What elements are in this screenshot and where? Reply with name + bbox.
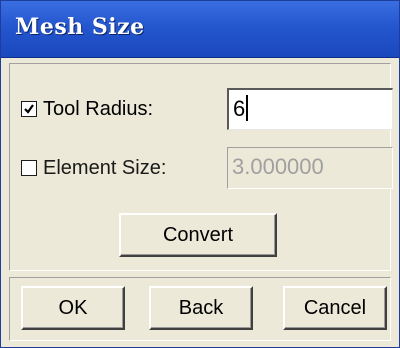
convert-button[interactable]: Convert bbox=[119, 213, 277, 257]
tool-radius-input[interactable]: 6 bbox=[227, 88, 393, 130]
mesh-size-dialog: Mesh Size Tool Radius: 6 Element Size: 3… bbox=[0, 0, 400, 348]
element-size-checkbox[interactable] bbox=[21, 160, 37, 176]
element-size-value: 3.000000 bbox=[232, 154, 324, 179]
tool-radius-label: Tool Radius: bbox=[43, 97, 154, 120]
title-bar[interactable]: Mesh Size bbox=[1, 1, 399, 58]
tool-radius-checkbox[interactable] bbox=[21, 101, 37, 117]
text-cursor bbox=[246, 95, 249, 122]
back-button[interactable]: Back bbox=[149, 286, 253, 330]
tool-radius-value: 6 bbox=[233, 96, 246, 121]
ok-button[interactable]: OK bbox=[21, 286, 125, 330]
element-size-input: 3.000000 bbox=[227, 147, 393, 189]
checkmark-icon bbox=[24, 104, 34, 114]
cancel-button[interactable]: Cancel bbox=[283, 286, 387, 330]
element-size-row: Element Size: bbox=[21, 148, 166, 188]
element-size-label: Element Size: bbox=[43, 156, 167, 179]
window-title: Mesh Size bbox=[15, 14, 145, 40]
tool-radius-row: Tool Radius: bbox=[21, 89, 153, 129]
